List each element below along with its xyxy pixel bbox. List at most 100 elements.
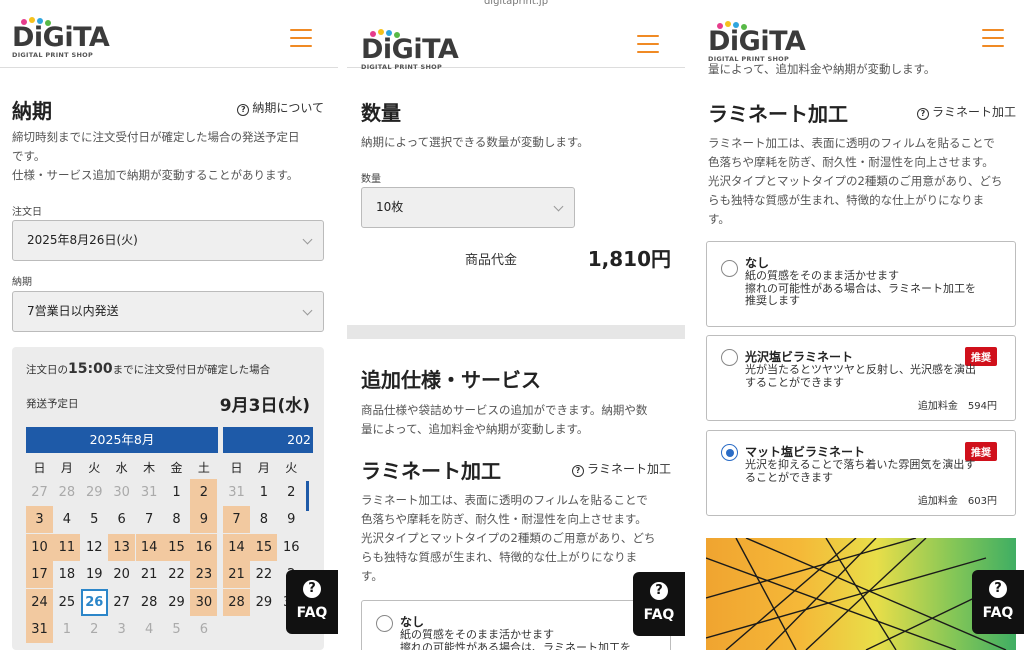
calendar-day[interactable]: 21 (223, 561, 250, 589)
calendar-day[interactable]: 18 (53, 561, 80, 588)
calendar-day[interactable]: 30 (108, 479, 135, 506)
calendar-day[interactable]: 14 (135, 533, 163, 561)
quantity-select[interactable]: 10枚 (361, 187, 575, 228)
calendar-day[interactable]: 2 (190, 479, 218, 506)
calendar-day[interactable]: 28 (223, 588, 250, 616)
radio-button[interactable] (721, 260, 738, 277)
calendar-day[interactable]: 19 (81, 561, 108, 588)
weekday-header: 火 (285, 461, 298, 475)
calendar-day[interactable]: 15 (250, 533, 278, 561)
calendar-day[interactable]: 20 (108, 561, 135, 588)
faq-button[interactable]: ? FAQ (286, 570, 338, 634)
calendar-day[interactable]: 3 (108, 616, 135, 643)
calendar-day[interactable]: 3 (26, 506, 53, 534)
radio-button[interactable] (376, 615, 393, 632)
question-circle-icon: ? (237, 104, 250, 116)
calendar-day[interactable]: 9 (278, 506, 305, 533)
menu-icon[interactable] (637, 35, 659, 53)
logo-text: DiGiTA (12, 22, 110, 53)
calendar-day[interactable]: 5 (81, 506, 108, 533)
calendar-month-header: 2025年8月 (26, 427, 218, 453)
calendar-day[interactable]: 16 (190, 533, 218, 561)
calendar-day[interactable]: 24 (26, 588, 53, 616)
site-logo[interactable]: DiGiTA DIGITAL PRINT SHOP (708, 21, 806, 63)
chevron-down-icon (553, 201, 564, 212)
calendar-day[interactable]: 21 (136, 561, 163, 588)
menu-icon[interactable] (982, 29, 1004, 47)
calendar-day[interactable]: 1 (163, 479, 190, 506)
price-label: 商品代金 (465, 253, 518, 268)
calendar-day[interactable]: 2 (278, 479, 305, 506)
calendar-day[interactable]: 23 (190, 561, 218, 589)
delivery-select[interactable]: 7営業日以内発送 (12, 291, 324, 332)
site-logo[interactable]: DiGiTA DIGITAL PRINT SHOP (361, 29, 459, 71)
weekday-header: 月 (60, 461, 73, 475)
calendar-month-header-next: 202 (223, 427, 313, 453)
calendar-day[interactable]: 10 (26, 533, 53, 561)
calendar-day[interactable]: 22 (250, 561, 277, 588)
calendar-day[interactable]: 16 (278, 534, 305, 561)
laminate-option-matte[interactable]: マット塩ビラミネート 推奨 光沢を抑えることで落ち着いた雰囲気を演出す ることが… (706, 430, 1016, 516)
calendar-day[interactable]: 4 (136, 616, 163, 643)
calendar-day[interactable]: 12 (81, 534, 108, 561)
calendar-day[interactable]: 22 (163, 561, 190, 588)
site-logo[interactable]: DiGiTA DIGITAL PRINT SHOP (12, 17, 110, 59)
calendar-day[interactable]: 4 (53, 506, 80, 533)
calendar-day[interactable]: 7 (223, 506, 250, 534)
calendar-day[interactable]: 9 (190, 506, 218, 534)
calendar-day[interactable]: 6 (108, 506, 135, 533)
calendar-day[interactable]: 31 (136, 479, 163, 506)
delivery-help-link[interactable]: ? 納期について (237, 99, 324, 116)
calendar-day[interactable]: 8 (250, 506, 277, 533)
quantity-description: 納期によって選択できる数量が変動します。 (361, 135, 589, 149)
calendar-day[interactable]: 26 (80, 588, 108, 616)
delivery-label: 納期 (12, 277, 32, 288)
order-date-select[interactable]: 2025年8月26日(火) (12, 220, 324, 261)
calendar-day[interactable]: 5 (163, 616, 190, 643)
calendar-day[interactable]: 1 (250, 479, 277, 506)
calendar-day[interactable]: 27 (108, 589, 135, 616)
calendar-day[interactable]: 31 (26, 616, 53, 643)
weekday-header: 金 (170, 461, 183, 475)
calendar-day[interactable]: 25 (53, 589, 80, 616)
section-title-laminate: ラミネート加工 (361, 459, 501, 483)
calendar-day[interactable]: 2 (81, 616, 108, 643)
menu-icon[interactable] (290, 29, 312, 47)
calendar-day[interactable]: 13 (108, 533, 136, 561)
calendar-day[interactable]: 29 (163, 589, 190, 616)
panel-gap (685, 0, 694, 650)
calendar-day[interactable]: 29 (250, 589, 277, 616)
calendar-scroll-indicator[interactable] (306, 481, 309, 511)
logo-text: DiGiTA (708, 26, 806, 57)
laminate-option-none[interactable]: なし 紙の質感をそのまま活かせます 擦れの可能性がある場合は、ラミネート加工を (361, 600, 671, 650)
screen-quantity: digitaprint.jp DiGiTA DIGITAL PRINT SHOP… (347, 0, 685, 650)
section-divider (347, 325, 685, 339)
calendar-day[interactable]: 11 (53, 533, 81, 561)
calendar-day[interactable]: 14 (223, 533, 250, 561)
laminate-help-link[interactable]: ? ラミネート加工 (571, 460, 671, 477)
calendar-day[interactable]: 30 (190, 588, 218, 616)
calendar-day[interactable]: 28 (53, 479, 80, 506)
faq-button[interactable]: ? FAQ (633, 572, 685, 636)
site-header: DiGiTA DIGITAL PRINT SHOP (694, 12, 1024, 62)
calendar-day[interactable]: 27 (26, 479, 53, 506)
weekday-header: 木 (143, 461, 156, 475)
calendar-day[interactable]: 1 (53, 616, 80, 643)
calendar-day[interactable]: 28 (136, 589, 163, 616)
faq-button[interactable]: ? FAQ (972, 570, 1024, 634)
calendar-day[interactable]: 8 (163, 506, 190, 533)
radio-button[interactable] (721, 444, 738, 461)
laminate-option-none[interactable]: なし 紙の質感をそのまま活かせます 擦れの可能性がある場合は、ラミネート加工を … (706, 241, 1016, 327)
laminate-help-link[interactable]: ? ラミネート加工 (916, 103, 1016, 120)
weekday-header: 土 (197, 461, 210, 475)
laminate-option-gloss[interactable]: 光沢塩ビラミネート 推奨 光が当たるとツヤツヤと反射し、光沢感を演出 することが… (706, 335, 1016, 421)
calendar-day[interactable]: 17 (26, 561, 53, 589)
radio-button[interactable] (721, 349, 738, 366)
calendar-day[interactable]: 31 (223, 479, 250, 506)
laminate-description: ラミネート加工は、表面に透明のフィルムを貼ることで 色落ちや摩耗を防ぎ、耐久性・… (361, 493, 656, 583)
calendar-day[interactable]: 6 (190, 616, 217, 643)
calendar-day[interactable]: 29 (81, 479, 108, 506)
calendar-day[interactable]: 7 (136, 506, 163, 533)
question-icon: ? (650, 582, 668, 600)
calendar-day[interactable]: 15 (163, 533, 190, 561)
